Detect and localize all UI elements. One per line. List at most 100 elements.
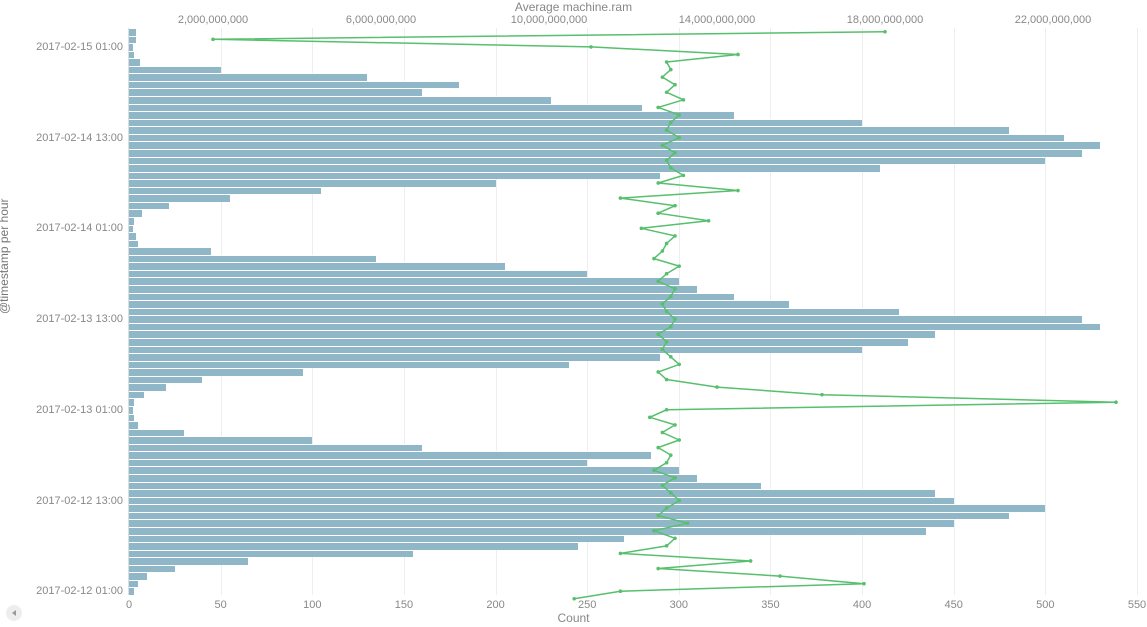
- top-tick-label: 2,000,000,000: [178, 14, 248, 26]
- line-point: [673, 83, 677, 87]
- line-point: [669, 295, 673, 299]
- y-tick-label: 2017-02-15 01:00: [36, 41, 129, 53]
- line-point: [707, 219, 711, 223]
- line-point: [665, 408, 669, 412]
- line-point: [669, 121, 673, 125]
- line-point: [673, 423, 677, 427]
- line-point: [736, 53, 740, 57]
- line-point: [749, 559, 753, 563]
- line-point: [862, 582, 866, 586]
- line-point: [736, 189, 740, 193]
- top-axis-title: Average machine.ram: [0, 0, 1147, 14]
- line-point: [820, 393, 824, 397]
- line-point: [665, 60, 669, 64]
- bottom-tick-label: 350: [761, 599, 779, 611]
- bottom-axis-title: Count: [0, 611, 1147, 625]
- line-point: [661, 302, 665, 306]
- line-point: [883, 30, 887, 34]
- line-point: [656, 106, 660, 110]
- line-point: [677, 438, 681, 442]
- back-arrow-icon[interactable]: [6, 605, 22, 621]
- bottom-tick-label: 50: [215, 599, 227, 611]
- bottom-tick-label: 200: [486, 599, 504, 611]
- line-point: [665, 242, 669, 246]
- bottom-tick-label: 150: [395, 599, 413, 611]
- line-point: [211, 38, 215, 42]
- top-tick-label: 22,000,000,000: [1015, 14, 1091, 26]
- line-point: [665, 506, 669, 510]
- line-point: [673, 537, 677, 541]
- line-point: [661, 249, 665, 253]
- bottom-tick-label: 400: [853, 599, 871, 611]
- line-point: [656, 211, 660, 215]
- line-point: [669, 491, 673, 495]
- bottom-tick-label: 250: [578, 599, 596, 611]
- top-tick-label: 10,000,000,000: [511, 14, 587, 26]
- line-point: [669, 453, 673, 457]
- line-point: [673, 476, 677, 480]
- y-tick-label: 2017-02-13 13:00: [36, 313, 129, 325]
- line-point: [656, 279, 660, 283]
- line-point: [677, 363, 681, 367]
- line-point: [656, 446, 660, 450]
- line-point: [669, 68, 673, 72]
- y-tick-label: 2017-02-13 01:00: [36, 404, 129, 416]
- line-series: [129, 28, 1137, 595]
- line-point: [715, 385, 719, 389]
- line-point: [677, 499, 681, 503]
- line-point: [656, 370, 660, 374]
- line-point: [669, 355, 673, 359]
- line-point: [648, 416, 652, 420]
- line-point: [665, 272, 669, 276]
- line-point: [778, 574, 782, 578]
- bottom-tick-label: 550: [1128, 599, 1146, 611]
- line-point: [665, 340, 669, 344]
- line-point: [669, 166, 673, 170]
- line-point: [669, 325, 673, 329]
- line-point: [665, 461, 669, 465]
- line-point: [677, 136, 681, 140]
- top-tick-label: 14,000,000,000: [679, 14, 755, 26]
- line-point: [589, 45, 593, 49]
- line-point: [619, 552, 623, 556]
- line-point: [640, 227, 644, 231]
- y-tick-label: 2017-02-14 01:00: [36, 222, 129, 234]
- line-point: [1114, 400, 1118, 404]
- line-point: [665, 159, 669, 163]
- combo-chart: Average machine.ram Count @timestamp per…: [0, 0, 1147, 627]
- line-point: [652, 529, 656, 533]
- line-point: [673, 204, 677, 208]
- line-point: [661, 431, 665, 435]
- line-point: [677, 264, 681, 268]
- bottom-tick-label: 450: [945, 599, 963, 611]
- y-tick-label: 2017-02-14 13:00: [36, 132, 129, 144]
- y-axis-title: @timestamp per hour: [0, 198, 11, 314]
- line-point: [619, 589, 623, 593]
- line-point: [652, 468, 656, 472]
- line-point: [661, 348, 665, 352]
- line-point: [665, 378, 669, 382]
- line-point: [665, 128, 669, 132]
- line-point: [661, 75, 665, 79]
- line-point: [682, 98, 686, 102]
- line-point: [673, 317, 677, 321]
- line-point: [673, 151, 677, 155]
- bottom-tick-label: 100: [303, 599, 321, 611]
- line-point: [665, 544, 669, 548]
- line-point: [656, 181, 660, 185]
- line-point: [656, 332, 660, 336]
- line-point: [619, 196, 623, 200]
- bottom-tick-label: 500: [1036, 599, 1054, 611]
- line-point: [665, 90, 669, 94]
- top-tick-label: 6,000,000,000: [346, 14, 416, 26]
- line-point: [572, 597, 576, 601]
- bottom-tick-label: 300: [670, 599, 688, 611]
- avg-ram-line: [213, 32, 1116, 599]
- line-point: [661, 484, 665, 488]
- line-point: [656, 514, 660, 518]
- top-tick-label: 18,000,000,000: [847, 14, 923, 26]
- bottom-tick-label: 0: [126, 599, 132, 611]
- y-tick-label: 2017-02-12 13:00: [36, 495, 129, 507]
- line-point: [686, 521, 690, 525]
- line-point: [673, 287, 677, 291]
